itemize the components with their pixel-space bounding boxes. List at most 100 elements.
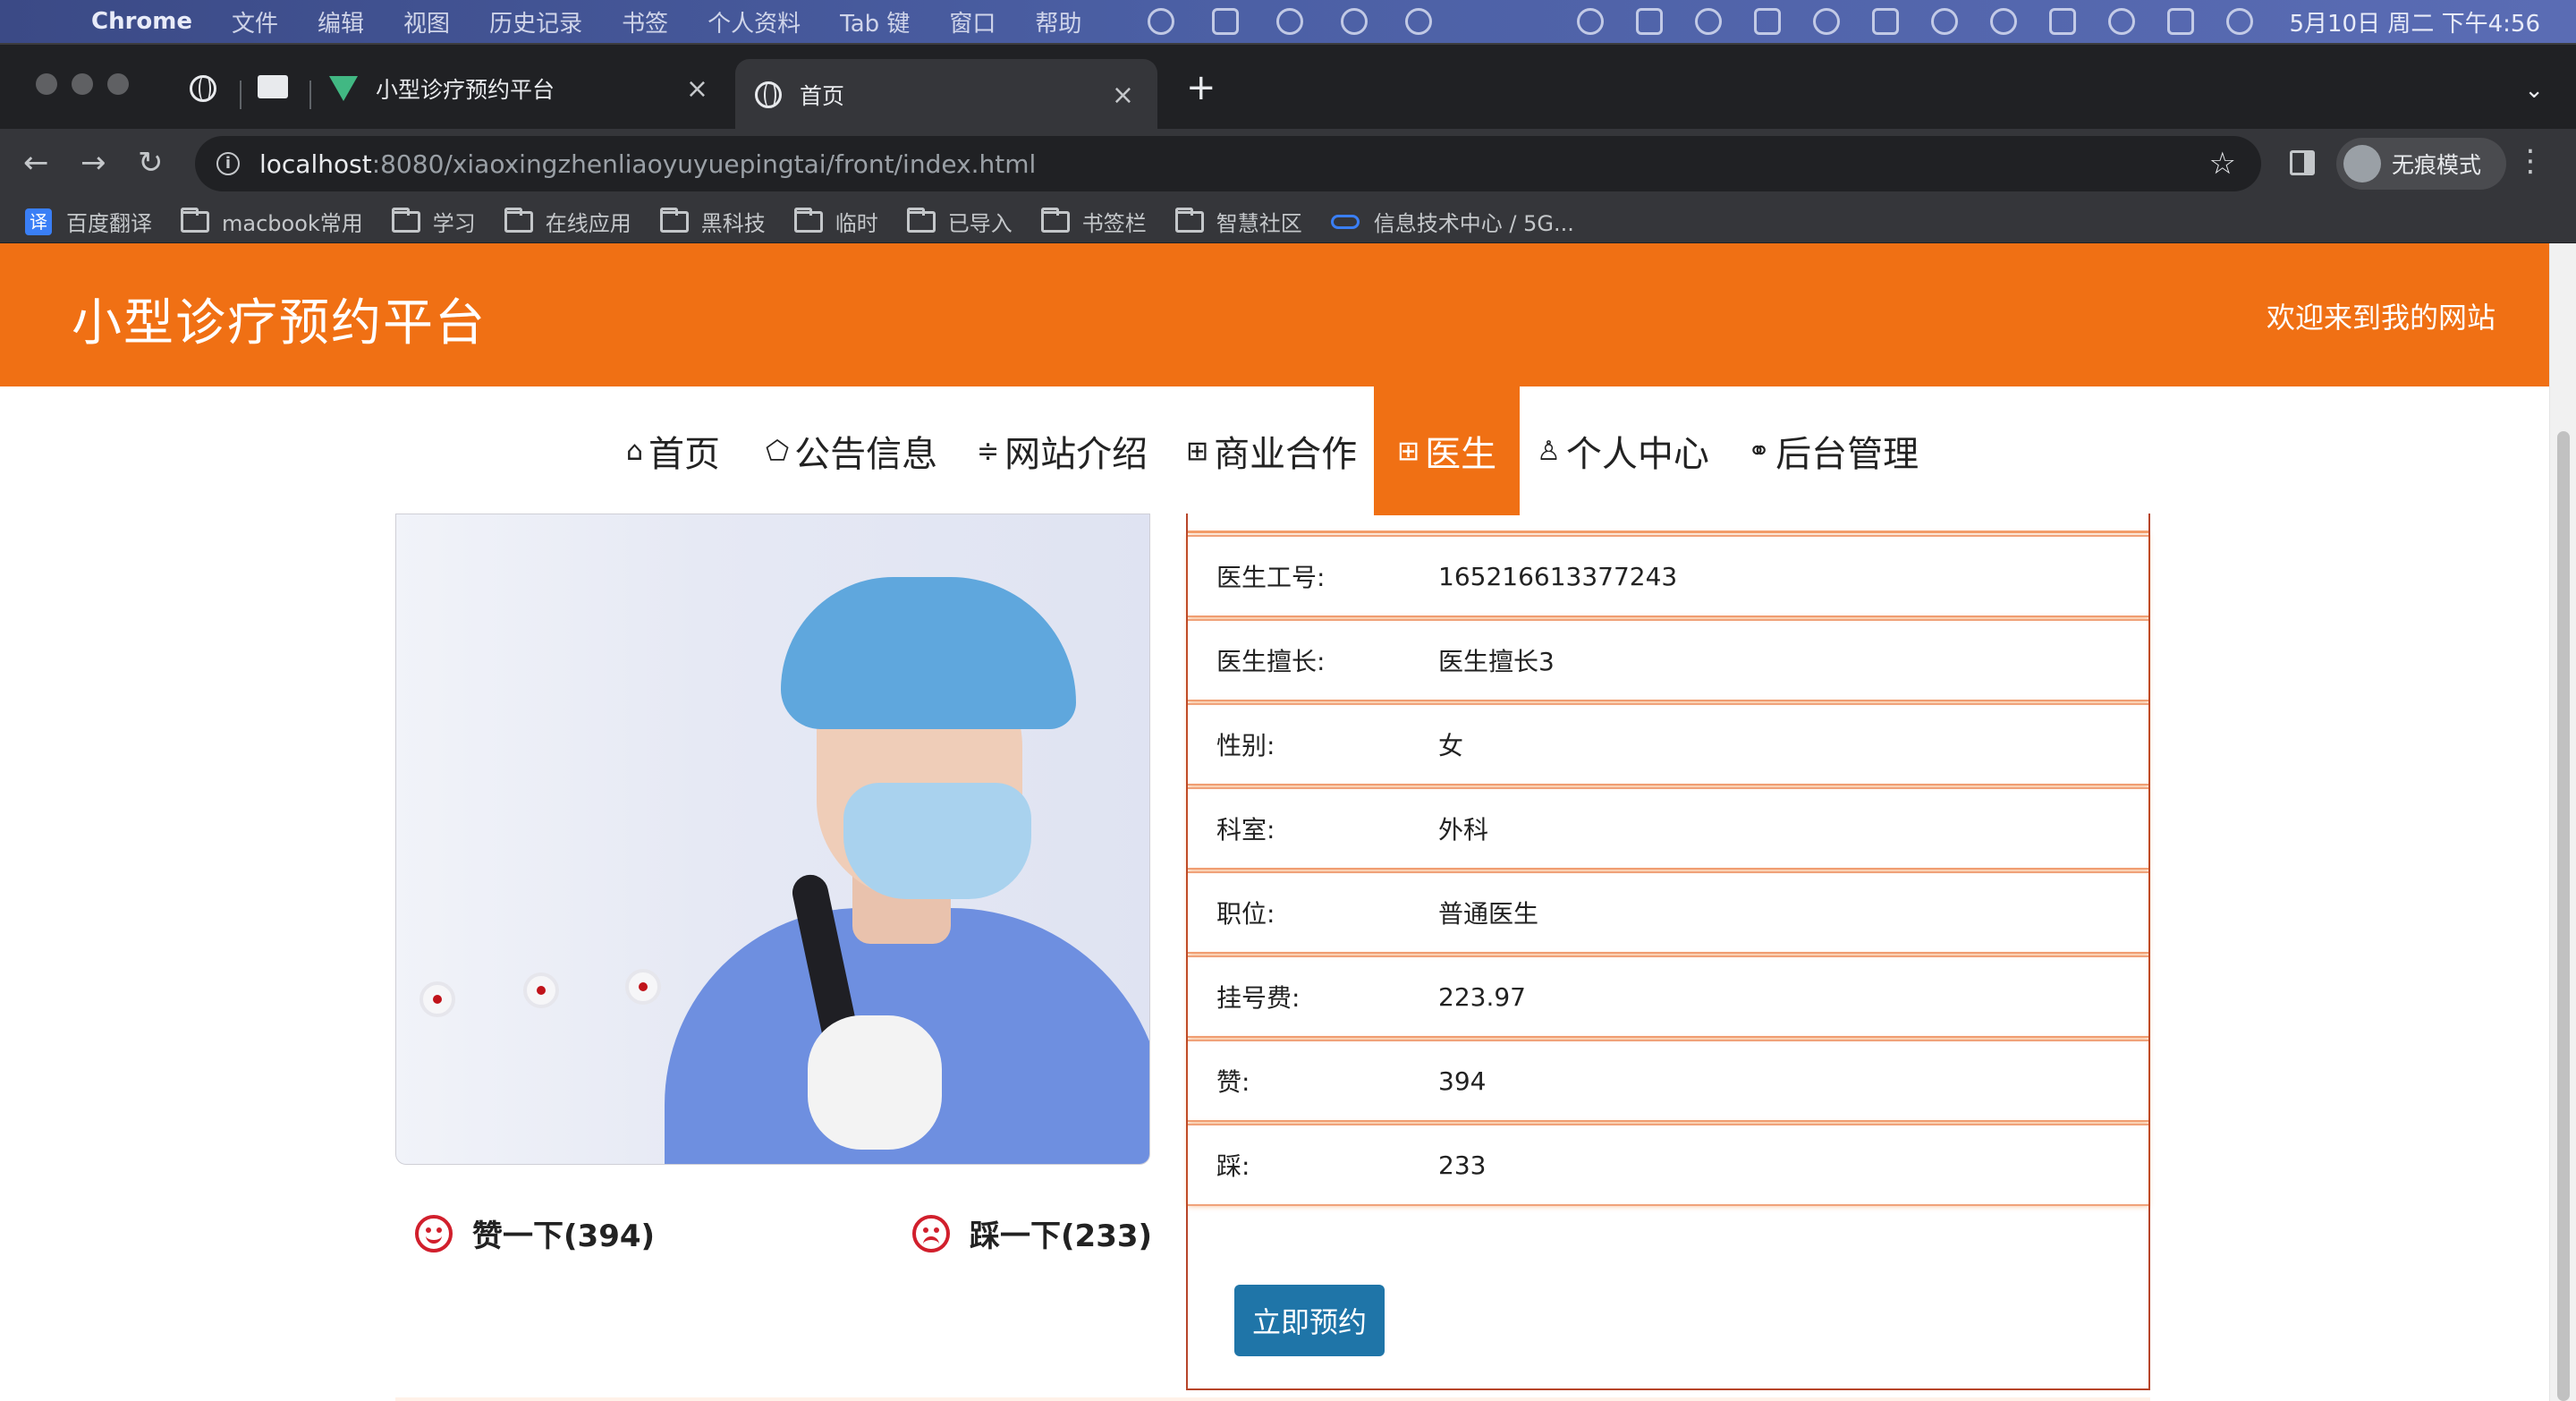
minus-circle-icon[interactable] (1341, 8, 1368, 35)
folder-icon (1040, 207, 1070, 233)
row-label: 挂号费: (1216, 983, 1301, 1013)
bookmark-folder-smart-community[interactable]: 智慧社区 (1174, 206, 1302, 237)
link-icon: ⚭ (1748, 435, 1771, 467)
search-icon[interactable] (2108, 8, 2136, 35)
window-icon[interactable] (1636, 8, 1664, 35)
sliders-icon: ≑ (977, 435, 1000, 467)
smile-icon (415, 1214, 453, 1252)
row-label: 职位: (1216, 899, 1275, 929)
close-window-button[interactable] (36, 73, 57, 95)
siri-icon[interactable] (2226, 8, 2254, 35)
menu-app-chrome[interactable]: Chrome (91, 8, 192, 35)
book-now-button[interactable]: 立即预约 (1234, 1285, 1385, 1356)
bookmark-folder-temp[interactable]: 临时 (793, 206, 878, 237)
bookmark-label: 书签栏 (1081, 211, 1147, 236)
close-tab-icon[interactable]: × (686, 73, 708, 105)
close-tab-icon[interactable]: × (1112, 80, 1134, 111)
display-icon[interactable] (1754, 8, 1782, 35)
translate-icon: 译 (25, 208, 52, 235)
stop-icon[interactable] (1148, 8, 1175, 35)
bookmark-folder-macbook[interactable]: macbook常用 (181, 206, 363, 237)
back-arrow-icon[interactable]: ← (23, 145, 49, 181)
nav-doctors[interactable]: ⊞ 医生 (1374, 386, 1521, 515)
nav-user-center[interactable]: ♙ 个人中心 (1537, 386, 1709, 515)
pinned-tab-page-icon[interactable] (258, 75, 288, 98)
scroll-thumb[interactable] (2557, 431, 2570, 1401)
menubar-clock[interactable]: 5月10日 周二 下午4:56 (2289, 5, 2540, 38)
browser-menu-icon[interactable]: ⋮ (2515, 143, 2546, 179)
nav-home[interactable]: ⌂ 首页 (626, 386, 720, 515)
like-label: 赞一下(394) (472, 1218, 656, 1254)
zoom-window-button[interactable] (107, 73, 129, 95)
menu-view[interactable]: 视图 (403, 5, 450, 38)
bluetooth-icon[interactable] (1813, 8, 1841, 35)
folder-icon (504, 207, 533, 233)
globe-icon (755, 81, 782, 108)
pinned-tab-globe-icon[interactable] (190, 75, 216, 102)
menu-help[interactable]: 帮助 (1035, 5, 1081, 38)
tab-clinic-platform[interactable]: 小型诊疗预约平台 × (309, 59, 732, 118)
tab-search-chevron-icon[interactable]: ⌄ (2524, 77, 2544, 104)
nav-about[interactable]: ≑ 网站介绍 (977, 386, 1148, 515)
info-circle-icon[interactable] (1577, 8, 1605, 35)
bookmark-it-center[interactable]: 信息技术中心 / 5G... (1330, 206, 1574, 237)
reload-icon[interactable]: ↻ (138, 145, 164, 181)
bookmark-star-icon[interactable]: ☆ (2209, 146, 2236, 182)
input-method-icon[interactable] (2049, 8, 2077, 35)
nav-announcements[interactable]: ⬠ 公告信息 (766, 386, 937, 515)
bookmark-folder-bookmarks-bar[interactable]: 书签栏 (1040, 206, 1147, 237)
bookmark-folder-study[interactable]: 学习 (391, 206, 476, 237)
nav-business[interactable]: ⊞ 商业合作 (1186, 386, 1357, 515)
menu-bookmarks[interactable]: 书签 (622, 5, 668, 38)
like-button[interactable]: 赞一下(394) (415, 1211, 655, 1255)
site-info-icon[interactable]: i (216, 152, 240, 175)
bookmark-folder-imported[interactable]: 已导入 (906, 206, 1013, 237)
apple-icon[interactable] (36, 9, 61, 34)
row-label: 踩: (1216, 1151, 1250, 1181)
forward-arrow-icon[interactable]: → (80, 145, 106, 181)
incognito-profile-button[interactable]: 无痕模式 (2336, 138, 2506, 190)
bell-icon[interactable] (1276, 8, 1304, 35)
nav-label: 公告信息 (794, 434, 938, 475)
gear-icon[interactable] (1405, 8, 1433, 35)
control-center-icon[interactable] (2167, 8, 2195, 35)
aperture-icon[interactable] (1695, 8, 1723, 35)
page-scrollbar[interactable] (2549, 243, 2576, 1401)
dislike-button[interactable]: 踩一下(233) (912, 1211, 1152, 1255)
bookmark-baidu-translate[interactable]: 译 百度翻译 (25, 206, 152, 237)
bookmark-folder-tech[interactable]: 黑科技 (659, 206, 766, 237)
minimize-window-button[interactable] (72, 73, 93, 95)
address-bar[interactable]: i localhost:8080/xiaoxingzhenliaoyuyuepi… (195, 136, 2261, 191)
tab-title: 首页 (800, 83, 845, 109)
url-text[interactable]: localhost:8080/xiaoxingzhenliaoyuyueping… (259, 149, 1036, 179)
main-nav: ⌂ 首页 ⬠ 公告信息 ≑ 网站介绍 ⊞ 商业合作 ⊞ 医生 ♙ 个人中心 ⚭ … (0, 386, 2549, 515)
row-department: 科室: 外科 (1188, 787, 2148, 870)
new-tab-button[interactable]: + (1186, 70, 1216, 106)
dislike-label: 踩一下(233) (970, 1218, 1153, 1254)
page-viewport: 小型诊疗预约平台 欢迎来到我的网站 ⌂ 首页 ⬠ 公告信息 ≑ 网站介绍 ⊞ 商… (0, 243, 2576, 1401)
user-icon: ♙ (1537, 435, 1561, 467)
menu-profile[interactable]: 个人资料 (708, 5, 801, 38)
word-icon[interactable] (1212, 8, 1240, 35)
user-icon[interactable] (1990, 8, 2018, 35)
wifi-icon[interactable] (1931, 8, 1959, 35)
bookmark-label: 黑科技 (700, 211, 766, 236)
menu-tab[interactable]: Tab 键 (840, 5, 910, 38)
menu-file[interactable]: 文件 (232, 5, 278, 38)
nav-label: 医生 (1425, 434, 1497, 475)
bookmark-folder-online-apps[interactable]: 在线应用 (504, 206, 631, 237)
folder-icon (181, 207, 209, 233)
doctor-detail-panel: 医生工号: 165216613377243 医生擅长: 医生擅长3 性别: 女 … (1186, 514, 2150, 1390)
row-value: 394 (1438, 1066, 1487, 1096)
menu-edit[interactable]: 编辑 (318, 5, 364, 38)
tab-home[interactable]: 首页 × (735, 59, 1157, 131)
nav-label: 首页 (648, 434, 721, 475)
row-label: 医生工号: (1216, 563, 1326, 592)
side-panel-icon[interactable] (2290, 150, 2315, 175)
menu-history[interactable]: 历史记录 (489, 5, 582, 38)
vue-icon (329, 76, 358, 101)
nav-admin[interactable]: ⚭ 后台管理 (1748, 386, 1919, 515)
menu-window[interactable]: 窗口 (949, 5, 996, 38)
battery-icon[interactable] (1872, 8, 1900, 35)
bookmark-label: 百度翻译 (66, 211, 152, 236)
